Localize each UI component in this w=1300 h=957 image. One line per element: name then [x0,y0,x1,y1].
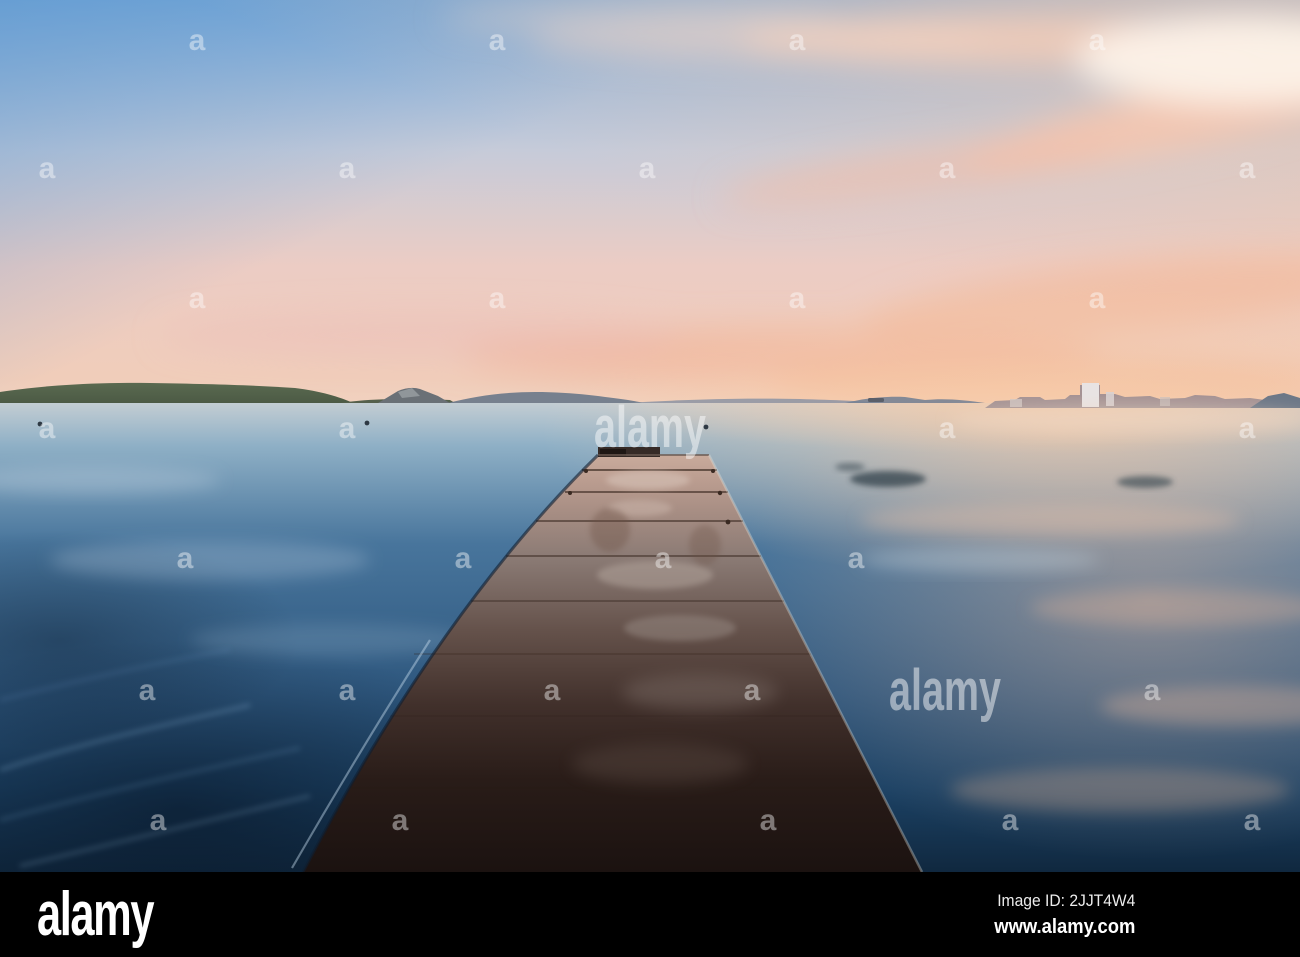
stock-photo-page: a a a a a a a a a a a a a a a a a a a a a a a a a a a a a a a alamy alam… [0,0,1300,957]
alamy-url-text: www.alamy.com [993,915,1135,938]
watermark-letter: a [189,282,206,315]
watermark-letter: a [1244,804,1261,837]
watermark-logo: alamy [889,658,1001,723]
watermark-letter: a [489,282,506,315]
watermark-letter: a [1089,282,1106,315]
watermark-letter: a [1089,24,1106,57]
watermark-logo: alamy [594,395,706,460]
seascape-photo: a a a a a a a a a a a a a a a a a a a a a a a a a a a a a a a alamy alam… [0,0,1300,872]
watermark-letter: a [150,804,167,837]
watermark-letter: a [744,674,761,707]
watermark-letter: a [1144,674,1161,707]
watermark-letter: a [177,542,194,575]
watermark-letter: a [139,674,156,707]
watermark-letter: a [848,542,865,575]
tower-building [1082,383,1099,407]
boat [868,398,884,402]
watermark-letter: a [789,24,806,57]
watermark-letter: a [760,804,777,837]
watermark-letter: a [39,412,56,445]
watermark-letter: a [939,152,956,185]
watermark-letter: a [1002,804,1019,837]
watermark-letter: a [39,152,56,185]
watermark-letter: a [939,412,956,445]
watermark-letter: a [489,24,506,57]
watermark-letter: a [339,152,356,185]
watermark-letter: a [455,542,472,575]
watermark-letter: a [1239,152,1256,185]
watermark-letter: a [639,152,656,185]
footer-bar: alamy Image ID: 2JJT4W4 www.alamy.com [0,872,1300,957]
watermark-letter: a [392,804,409,837]
watermark-letter: a [339,674,356,707]
watermark-letter: a [544,674,561,707]
image-id-text: Image ID: 2JJT4W4 [996,890,1135,910]
watermark-letter: a [189,24,206,57]
footer-meta: Image ID: 2JJT4W4 www.alamy.com [994,891,1135,939]
watermark-letter: a [1239,412,1256,445]
watermark-letter: a [339,412,356,445]
watermark-letter: a [655,542,672,575]
watermark-letter: a [789,282,806,315]
alamy-logo: alamy [37,879,154,949]
